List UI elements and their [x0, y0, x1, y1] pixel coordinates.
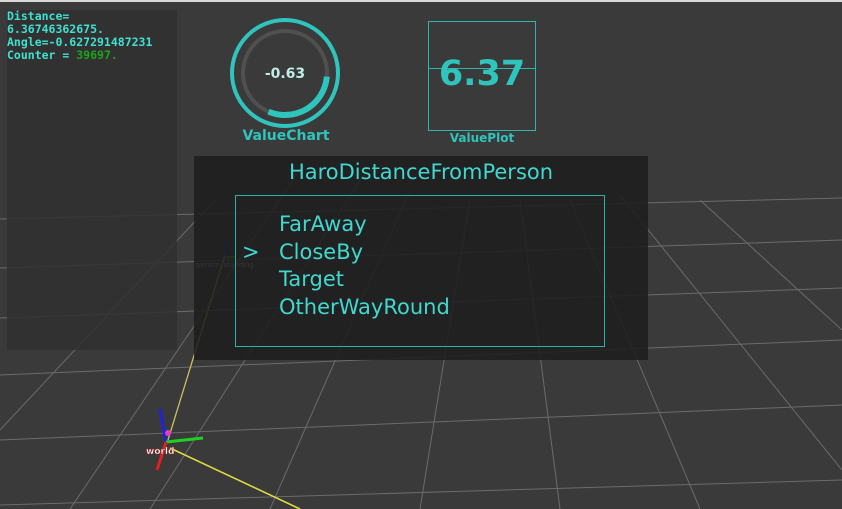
value-chart-value: -0.63	[265, 66, 305, 82]
state-item: Target	[279, 266, 450, 294]
value-chart-label: ValueChart	[242, 128, 330, 144]
state-list: FarAway > CloseBy Target OtherWayRound	[242, 211, 450, 322]
state-item-label: CloseBy	[279, 239, 364, 264]
counter-label: Counter =	[7, 48, 77, 62]
value-plot-value: 6.37	[438, 54, 526, 94]
state-panel-title: HaroDistanceFromPerson	[288, 160, 554, 184]
value-plot-widget: 6.37	[428, 21, 536, 131]
value-chart-gauge: -0.63	[230, 18, 340, 128]
state-list-box: FarAway > CloseBy Target OtherWayRound	[235, 195, 605, 347]
current-state-marker: >	[242, 239, 260, 264]
state-item-label: Target	[279, 267, 344, 291]
state-item: FarAway	[279, 211, 450, 239]
value-chart-widget: -0.63 ValueChart	[226, 14, 346, 148]
frame-label-world: world	[146, 447, 174, 457]
value-plot-label: ValuePlot	[449, 131, 515, 145]
state-item: > CloseBy	[242, 239, 450, 267]
counter-line: Counter = 39697.	[7, 49, 177, 62]
window-top-border	[0, 0, 842, 2]
counter-value: 39697.	[76, 48, 118, 62]
text-overlay-panel: Distance= 6.36746362675. Angle=-0.627291…	[7, 10, 177, 350]
state-item-label: FarAway	[279, 212, 367, 236]
state-machine-panel: HaroDistanceFromPerson FarAway > CloseBy Ta…	[194, 156, 648, 360]
state-item: OtherWayRound	[279, 294, 450, 322]
state-item-label: OtherWayRound	[279, 294, 450, 319]
